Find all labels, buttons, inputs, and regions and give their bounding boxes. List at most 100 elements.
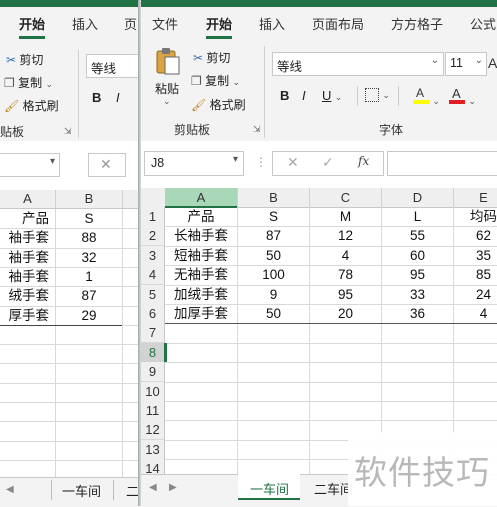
- dialog-launcher-icon[interactable]: ⇲: [253, 124, 261, 135]
- cell[interactable]: 12: [310, 226, 381, 245]
- cell[interactable]: 95: [382, 265, 453, 284]
- cell[interactable]: 4: [310, 246, 381, 265]
- back-cell[interactable]: 袖手套: [0, 248, 55, 267]
- cell[interactable]: 短袖手套: [165, 246, 237, 265]
- col-header-b[interactable]: B: [238, 188, 310, 208]
- paste-button[interactable]: 粘贴 ⌄: [151, 46, 185, 106]
- back-cell[interactable]: 产品: [0, 209, 55, 228]
- back-cell[interactable]: 1: [56, 267, 122, 286]
- cell[interactable]: 加厚手套: [165, 304, 237, 323]
- col-header-e[interactable]: E: [454, 188, 497, 208]
- back-cell[interactable]: 袖手套: [0, 228, 55, 247]
- back-tab-page[interactable]: 页: [124, 14, 137, 33]
- cell[interactable]: 55: [382, 226, 453, 245]
- row-header-11[interactable]: 11: [141, 401, 165, 421]
- cell[interactable]: 4: [454, 304, 497, 323]
- copy-button[interactable]: ❐ 复制 ⌄: [191, 72, 240, 89]
- back-tab-insert[interactable]: 插入: [72, 14, 98, 33]
- cell[interactable]: 24: [454, 285, 497, 304]
- dialog-launcher-icon[interactable]: ⇲: [64, 126, 72, 137]
- col-header-a[interactable]: A: [165, 188, 238, 208]
- back-copy-button[interactable]: ❐ 复制 ⌄: [4, 74, 53, 91]
- bold-button[interactable]: B: [280, 88, 289, 103]
- cell[interactable]: 95: [310, 285, 381, 304]
- cell[interactable]: M: [310, 207, 381, 226]
- col-header-d[interactable]: D: [382, 188, 454, 208]
- back-cell[interactable]: 袖手套: [0, 267, 55, 286]
- sheet-tab-active[interactable]: 一车间: [238, 474, 300, 500]
- cell[interactable]: 9: [238, 285, 309, 304]
- cancel-icon[interactable]: ✕: [287, 154, 299, 171]
- cell[interactable]: 33: [382, 285, 453, 304]
- cell[interactable]: 长袖手套: [165, 226, 237, 245]
- back-sheet-tab-1[interactable]: 一车间: [62, 481, 101, 500]
- font-size-dropdown[interactable]: 11 ⌄: [445, 52, 487, 76]
- row-header-1[interactable]: 1: [141, 207, 165, 227]
- cell[interactable]: 87: [238, 226, 309, 245]
- tab-home[interactable]: 开始: [206, 14, 233, 39]
- row-header-10[interactable]: 10: [141, 382, 165, 402]
- cell[interactable]: 100: [238, 265, 309, 284]
- format-painter-button[interactable]: 🖌 格式刷: [191, 96, 246, 113]
- back-col-header-a[interactable]: A: [0, 190, 56, 208]
- row-header-3[interactable]: 3: [141, 246, 165, 266]
- row-header-12[interactable]: 12: [141, 420, 165, 440]
- col-header-c[interactable]: C: [310, 188, 382, 208]
- cell[interactable]: 20: [310, 304, 381, 323]
- font-name-dropdown[interactable]: 等线 ⌄: [272, 52, 444, 76]
- cell[interactable]: S: [238, 207, 309, 226]
- cell[interactable]: 50: [238, 246, 309, 265]
- borders-button[interactable]: ⌄: [365, 87, 390, 102]
- tab-fangfang[interactable]: 方方格子: [391, 14, 443, 33]
- cell[interactable]: 78: [310, 265, 381, 284]
- select-all-corner[interactable]: [141, 188, 166, 208]
- back-format-painter-button[interactable]: 🖌 格式刷: [4, 97, 59, 114]
- underline-button[interactable]: U ⌄: [322, 88, 342, 103]
- cell[interactable]: 35: [454, 246, 497, 265]
- name-box[interactable]: J8 ▾: [144, 151, 244, 176]
- back-cell[interactable]: 绒手套: [0, 286, 55, 305]
- italic-button[interactable]: I: [302, 88, 306, 103]
- back-col-header-b[interactable]: B: [56, 190, 123, 208]
- back-cell[interactable]: 29: [56, 306, 122, 325]
- back-cut-button[interactable]: ✂ 剪切: [6, 51, 43, 68]
- back-cell[interactable]: 88: [56, 228, 122, 247]
- fx-icon[interactable]: fx: [358, 154, 369, 168]
- scroll-right-icon[interactable]: ▶: [169, 482, 177, 493]
- scroll-left-icon[interactable]: ◀: [6, 484, 14, 495]
- cell[interactable]: L: [382, 207, 453, 226]
- cell[interactable]: 50: [238, 304, 309, 323]
- row-header-5[interactable]: 5: [141, 285, 165, 305]
- cell[interactable]: 85: [454, 265, 497, 284]
- back-italic-button[interactable]: I: [116, 90, 120, 105]
- row-header-7[interactable]: 7: [141, 323, 165, 343]
- back-cell[interactable]: S: [56, 209, 122, 228]
- cell[interactable]: 60: [382, 246, 453, 265]
- fill-color-button[interactable]: A ⌄: [413, 86, 440, 107]
- back-formula-cancel[interactable]: ✕: [88, 153, 126, 177]
- tab-insert[interactable]: 插入: [259, 14, 285, 33]
- increase-font-icon[interactable]: A: [488, 55, 497, 71]
- row-header-8[interactable]: 8: [141, 343, 166, 363]
- row-header-4[interactable]: 4: [141, 265, 165, 285]
- back-cell[interactable]: 厚手套: [0, 306, 55, 325]
- tab-page-layout[interactable]: 页面布局: [312, 14, 364, 33]
- formula-input[interactable]: [387, 151, 497, 176]
- back-cell[interactable]: 32: [56, 248, 122, 267]
- cell[interactable]: 无袖手套: [165, 265, 237, 284]
- enter-check-icon[interactable]: ✓: [322, 154, 334, 171]
- cell[interactable]: 加绒手套: [165, 285, 237, 304]
- scroll-left-icon[interactable]: ◀: [149, 482, 157, 493]
- back-tab-home[interactable]: 开始: [19, 14, 46, 39]
- row-header-13[interactable]: 13: [141, 440, 165, 460]
- back-cell[interactable]: 87: [56, 286, 122, 305]
- cell[interactable]: 62: [454, 226, 497, 245]
- cell[interactable]: 36: [382, 304, 453, 323]
- tab-formulas[interactable]: 公式: [470, 14, 496, 33]
- cell[interactable]: 产品: [165, 207, 237, 226]
- row-header-9[interactable]: 9: [141, 362, 165, 382]
- back-bold-button[interactable]: B: [92, 90, 101, 105]
- font-color-button[interactable]: A ⌄: [449, 86, 476, 107]
- row-header-2[interactable]: 2: [141, 226, 165, 246]
- cut-button[interactable]: ✂ 剪切: [193, 49, 230, 66]
